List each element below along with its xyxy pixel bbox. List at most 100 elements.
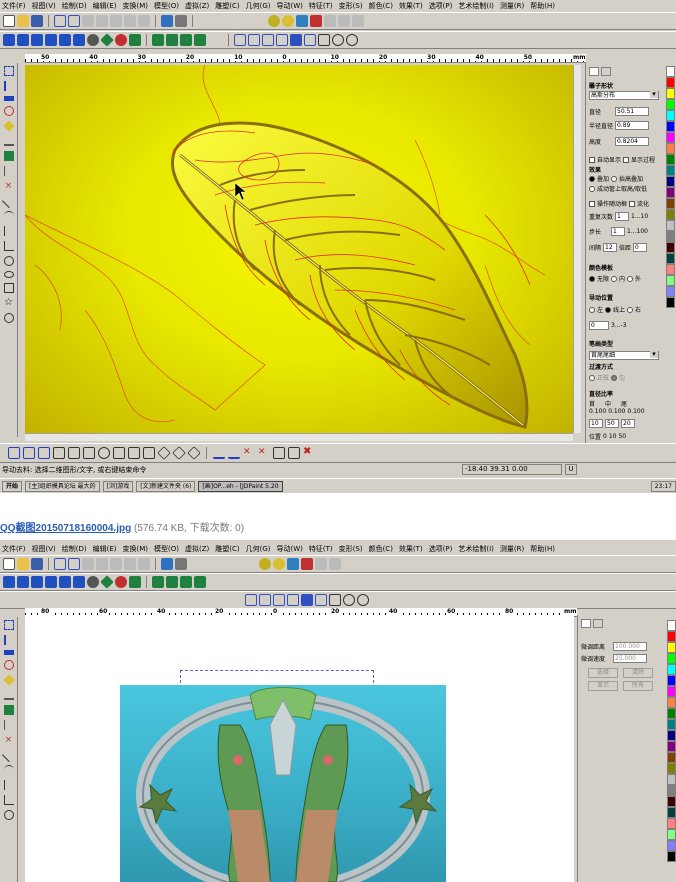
group-icon[interactable] <box>187 445 201 460</box>
sculpt-remove-icon[interactable] <box>17 34 29 46</box>
task-jdpaint[interactable]: [画]OP...eh - [JDPaint 5.20 <box>198 480 283 492</box>
cut-icon[interactable] <box>110 558 122 570</box>
render-icon[interactable] <box>296 15 308 27</box>
guide-right-radio[interactable] <box>627 306 634 313</box>
close-curve-icon[interactable]: ✖ <box>303 446 315 459</box>
paste-icon[interactable] <box>138 558 150 570</box>
curve-icon[interactable] <box>3 780 14 790</box>
mirror-icon[interactable] <box>143 446 155 459</box>
zoom-all-icon[interactable] <box>290 34 302 46</box>
autoshow-checkbox[interactable] <box>589 156 595 163</box>
menu-item[interactable]: 帮助(H) <box>530 1 555 11</box>
copy-icon[interactable] <box>124 558 136 570</box>
sharp-node-icon[interactable] <box>288 446 300 459</box>
fill-icon[interactable] <box>2 120 15 132</box>
color-icon[interactable] <box>310 15 322 27</box>
palette-swatch[interactable] <box>667 697 676 708</box>
task-game[interactable]: [浏]游戏 <box>102 480 134 492</box>
palette-swatch[interactable] <box>666 242 675 253</box>
zoom-in-icon[interactable] <box>259 594 271 606</box>
view-icon[interactable] <box>175 15 187 27</box>
offset-icon[interactable] <box>128 446 140 459</box>
spline-icon[interactable] <box>3 795 14 805</box>
fill-icon[interactable] <box>2 674 15 686</box>
redo-icon[interactable] <box>96 558 108 570</box>
new-file-icon[interactable] <box>3 15 15 27</box>
ratio-input-tail[interactable]: 20 <box>621 419 635 428</box>
palette-swatch[interactable] <box>666 154 675 165</box>
palette-swatch[interactable] <box>667 796 676 807</box>
sphere-icon[interactable] <box>87 576 99 588</box>
menu-item[interactable]: 绘制(D) <box>62 1 87 11</box>
texture-icon[interactable] <box>180 576 192 588</box>
edit-node-icon[interactable] <box>8 446 20 459</box>
menu-item[interactable]: 虚拟(Z) <box>185 544 209 554</box>
open-folder-icon[interactable] <box>17 15 29 27</box>
interval-input[interactable]: 12 <box>603 243 618 252</box>
spline-icon[interactable] <box>3 241 14 251</box>
sphere-icon[interactable] <box>87 34 99 46</box>
zoom-fit-icon[interactable] <box>304 34 316 46</box>
palette-swatch[interactable] <box>666 187 675 198</box>
grid-icon[interactable] <box>54 558 66 570</box>
magnify-icon[interactable] <box>343 594 355 606</box>
pan-icon[interactable] <box>329 594 341 606</box>
arc-icon[interactable] <box>3 211 14 221</box>
sculpt-add-icon[interactable] <box>3 34 15 46</box>
vertical-scrollbar[interactable] <box>573 65 581 433</box>
guide-offset-input[interactable]: 0 <box>589 321 609 330</box>
palette-swatch[interactable] <box>667 763 676 774</box>
palette-swatch[interactable] <box>666 231 675 242</box>
repeat-input[interactable]: 1 <box>615 212 630 221</box>
extend-icon[interactable] <box>83 446 95 459</box>
edit-curve-icon[interactable] <box>23 446 35 459</box>
all-button[interactable]: 所有 <box>623 681 653 691</box>
menu-item[interactable]: 编辑(E) <box>93 1 117 11</box>
panel-tab-b[interactable] <box>593 619 603 628</box>
task-folder[interactable]: [文]新建文件夹 (6) <box>136 480 196 492</box>
palette-swatch[interactable] <box>667 686 676 697</box>
menu-item[interactable]: 变形(S) <box>339 1 363 11</box>
brush-shape-select[interactable]: 高斯分布 <box>589 91 659 100</box>
menu-item[interactable]: 艺术绘制(I) <box>458 544 494 554</box>
menu-item[interactable]: 文件(F) <box>2 544 26 554</box>
palette-swatch[interactable] <box>666 286 675 297</box>
menu-item[interactable]: 帮助(H) <box>530 544 555 554</box>
disc-icon[interactable] <box>115 576 127 588</box>
menu-item[interactable]: 模型(O) <box>154 1 179 11</box>
palette-swatch[interactable] <box>667 840 676 851</box>
relief-icon[interactable] <box>166 34 178 46</box>
radius-input[interactable]: 0.89 <box>615 121 649 130</box>
light-icon[interactable] <box>268 15 280 27</box>
palette-swatch[interactable] <box>666 275 675 286</box>
emboss-icon[interactable] <box>152 34 164 46</box>
sculpt-smooth-icon[interactable] <box>31 576 43 588</box>
sculpt-stamp-icon[interactable] <box>73 576 85 588</box>
menu-item[interactable]: 选项(P) <box>429 1 453 11</box>
menu-item[interactable]: 视图(V) <box>32 544 56 554</box>
brush-icon[interactable] <box>129 576 141 588</box>
paste-icon[interactable] <box>138 15 150 27</box>
palette-swatch[interactable] <box>666 143 675 154</box>
mode-level-radio[interactable] <box>611 175 618 182</box>
zoom-in-icon[interactable] <box>248 34 260 46</box>
ratio-input-head[interactable]: 10 <box>589 419 603 428</box>
palette-swatch[interactable] <box>666 165 675 176</box>
panel-tab-a[interactable] <box>589 67 599 76</box>
paint-icon[interactable] <box>3 151 14 161</box>
cut-icon[interactable] <box>110 15 122 27</box>
menu-item[interactable]: 特征(T) <box>309 1 333 11</box>
level-icon[interactable] <box>228 447 240 459</box>
select-button[interactable]: 选择 <box>588 668 618 678</box>
polyline-icon[interactable] <box>1 747 16 763</box>
refresh-icon[interactable] <box>357 594 369 606</box>
palette-swatch[interactable] <box>667 807 676 818</box>
render-icon[interactable] <box>287 558 299 570</box>
fine-height-input[interactable]: 100.000 <box>613 642 647 651</box>
diamond-icon[interactable] <box>100 33 114 47</box>
palette-swatch[interactable] <box>666 176 675 187</box>
select-box-icon[interactable] <box>3 66 14 76</box>
measure-icon[interactable] <box>338 15 350 27</box>
trim-icon[interactable] <box>68 446 80 459</box>
palette-swatch[interactable] <box>667 829 676 840</box>
